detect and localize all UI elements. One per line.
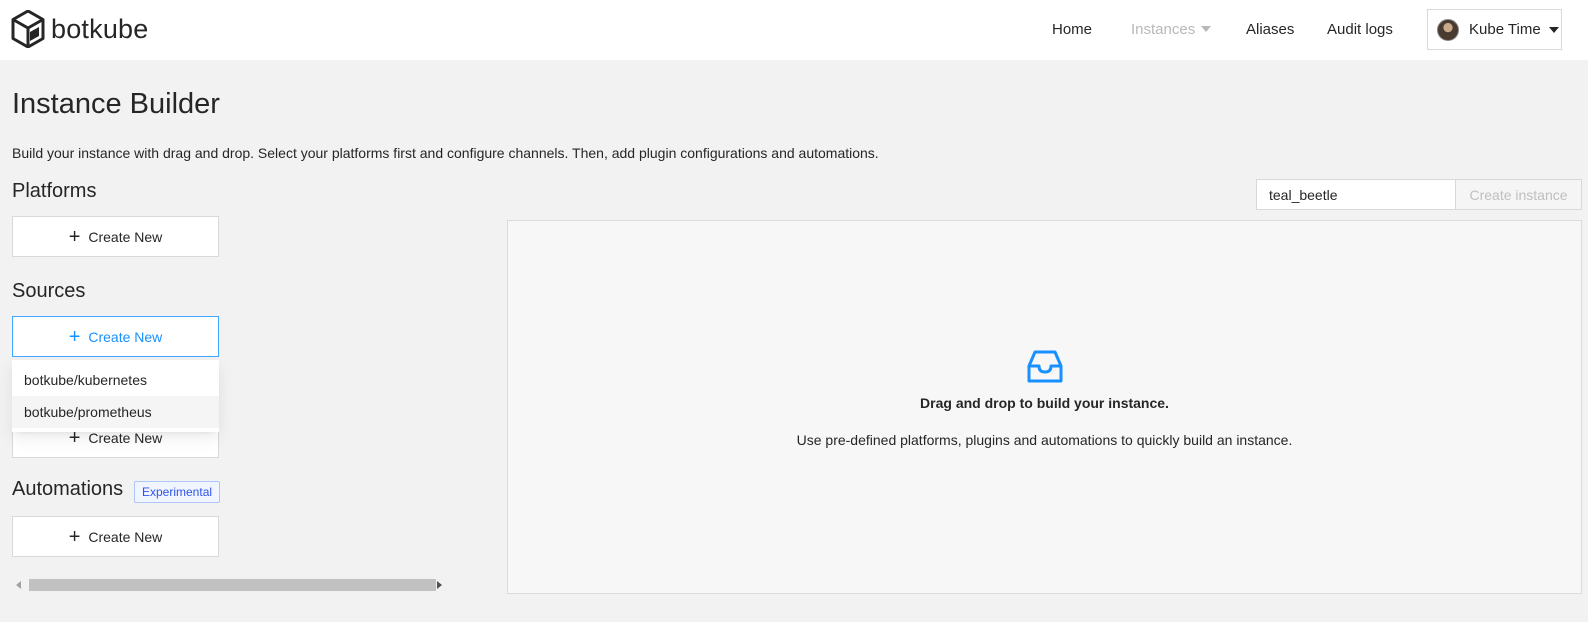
chevron-down-icon: [1548, 26, 1559, 33]
scroll-right-arrow-icon[interactable]: [437, 581, 442, 589]
page-title: Instance Builder: [12, 88, 220, 120]
avatar: [1437, 18, 1459, 41]
automations-heading: Automations: [12, 478, 124, 500]
create-platform-button[interactable]: + Create New: [12, 216, 219, 257]
plus-icon: +: [68, 225, 81, 248]
source-dropdown-menu: botkube/kubernetes botkube/prometheus: [12, 360, 219, 432]
instance-canvas-dropzone[interactable]: Drag and drop to build your instance. Us…: [507, 220, 1582, 594]
create-automation-button[interactable]: + Create New: [12, 516, 219, 557]
logo-text: botkube: [51, 13, 149, 44]
nav-instances-label: Instances: [1131, 21, 1196, 38]
scroll-left-arrow-icon[interactable]: [16, 581, 21, 589]
create-instance-button[interactable]: Create instance: [1455, 179, 1582, 210]
empty-state-title: Drag and drop to build your instance.: [920, 395, 1169, 411]
botkube-cube-icon: [11, 10, 45, 48]
empty-state-description: Use pre-defined platforms, plugins and a…: [796, 432, 1293, 448]
create-source-button[interactable]: + Create New: [12, 316, 219, 357]
chevron-down-icon: [1201, 26, 1212, 32]
plus-icon: +: [68, 525, 81, 548]
sidebar-horizontal-scrollbar[interactable]: [12, 578, 446, 591]
create-automation-label: Create New: [88, 528, 163, 545]
nav-aliases[interactable]: Aliases: [1246, 21, 1294, 38]
page-description: Build your instance with drag and drop. …: [12, 145, 879, 161]
nav-instances[interactable]: Instances: [1131, 21, 1212, 38]
create-source-label: Create New: [88, 328, 163, 345]
platforms-heading: Platforms: [12, 180, 97, 202]
botkube-logo[interactable]: botkube: [11, 10, 148, 48]
sources-heading: Sources: [12, 280, 86, 302]
inbox-icon: [1027, 350, 1063, 383]
nav-home[interactable]: Home: [1052, 21, 1092, 38]
experimental-badge: Experimental: [134, 481, 221, 503]
top-navigation-bar: botkube Home Instances Aliases Audit log…: [0, 0, 1588, 60]
instance-name-input[interactable]: [1256, 179, 1456, 210]
plus-icon: +: [68, 325, 81, 348]
dropdown-item-prometheus[interactable]: botkube/prometheus: [12, 396, 219, 428]
user-name: Kube Time: [1469, 21, 1541, 38]
create-platform-label: Create New: [88, 228, 163, 245]
scrollbar-thumb[interactable]: [29, 579, 436, 591]
dropdown-item-kubernetes[interactable]: botkube/kubernetes: [12, 364, 219, 396]
user-menu-button[interactable]: Kube Time: [1427, 9, 1562, 50]
nav-audit-logs[interactable]: Audit logs: [1327, 21, 1393, 38]
